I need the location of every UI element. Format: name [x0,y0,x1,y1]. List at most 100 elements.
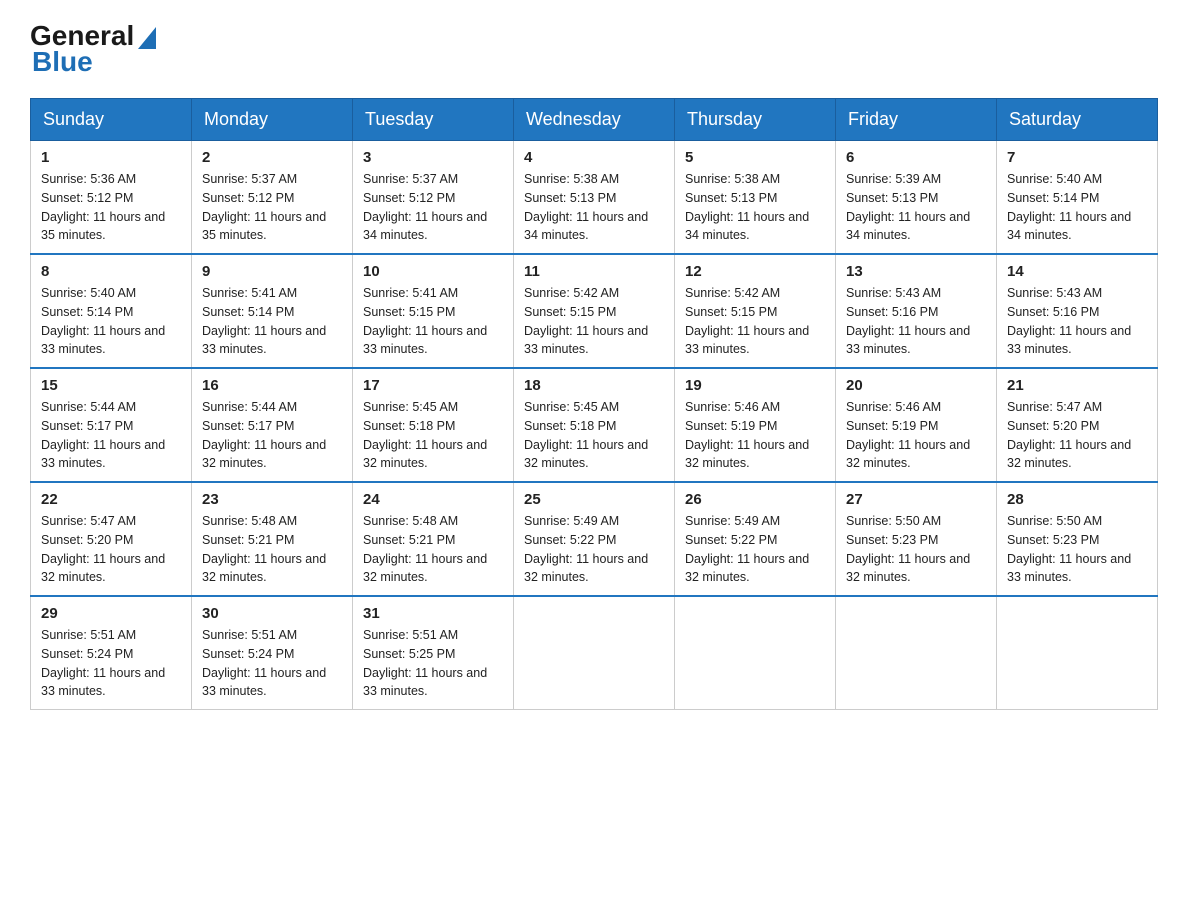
calendar-cell: 25 Sunrise: 5:49 AM Sunset: 5:22 PM Dayl… [514,482,675,596]
day-info: Sunrise: 5:42 AM Sunset: 5:15 PM Dayligh… [524,284,664,359]
day-info: Sunrise: 5:44 AM Sunset: 5:17 PM Dayligh… [41,398,181,473]
day-number: 14 [1007,263,1147,280]
day-info: Sunrise: 5:51 AM Sunset: 5:24 PM Dayligh… [41,626,181,701]
day-info: Sunrise: 5:37 AM Sunset: 5:12 PM Dayligh… [363,170,503,245]
calendar-cell: 4 Sunrise: 5:38 AM Sunset: 5:13 PM Dayli… [514,141,675,255]
day-number: 4 [524,149,664,166]
day-number: 6 [846,149,986,166]
calendar-cell: 1 Sunrise: 5:36 AM Sunset: 5:12 PM Dayli… [31,141,192,255]
day-info: Sunrise: 5:50 AM Sunset: 5:23 PM Dayligh… [846,512,986,587]
calendar-cell: 16 Sunrise: 5:44 AM Sunset: 5:17 PM Dayl… [192,368,353,482]
day-number: 22 [41,491,181,508]
day-info: Sunrise: 5:41 AM Sunset: 5:14 PM Dayligh… [202,284,342,359]
calendar-table: SundayMondayTuesdayWednesdayThursdayFrid… [30,98,1158,710]
day-number: 17 [363,377,503,394]
calendar-week-row: 29 Sunrise: 5:51 AM Sunset: 5:24 PM Dayl… [31,596,1158,710]
calendar-cell: 24 Sunrise: 5:48 AM Sunset: 5:21 PM Dayl… [353,482,514,596]
day-info: Sunrise: 5:46 AM Sunset: 5:19 PM Dayligh… [685,398,825,473]
day-number: 15 [41,377,181,394]
day-number: 25 [524,491,664,508]
calendar-cell [997,596,1158,710]
weekday-header-sunday: Sunday [31,99,192,141]
weekday-header-monday: Monday [192,99,353,141]
calendar-cell: 23 Sunrise: 5:48 AM Sunset: 5:21 PM Dayl… [192,482,353,596]
day-info: Sunrise: 5:43 AM Sunset: 5:16 PM Dayligh… [846,284,986,359]
day-info: Sunrise: 5:37 AM Sunset: 5:12 PM Dayligh… [202,170,342,245]
logo-line2: Blue [30,46,93,78]
weekday-header-tuesday: Tuesday [353,99,514,141]
logo-blue-text: Blue [32,46,93,78]
day-info: Sunrise: 5:38 AM Sunset: 5:13 PM Dayligh… [524,170,664,245]
day-number: 10 [363,263,503,280]
day-info: Sunrise: 5:45 AM Sunset: 5:18 PM Dayligh… [524,398,664,473]
logo: General Blue [30,20,156,78]
calendar-cell [514,596,675,710]
day-number: 24 [363,491,503,508]
day-info: Sunrise: 5:43 AM Sunset: 5:16 PM Dayligh… [1007,284,1147,359]
day-info: Sunrise: 5:40 AM Sunset: 5:14 PM Dayligh… [41,284,181,359]
calendar-cell: 29 Sunrise: 5:51 AM Sunset: 5:24 PM Dayl… [31,596,192,710]
calendar-cell: 20 Sunrise: 5:46 AM Sunset: 5:19 PM Dayl… [836,368,997,482]
day-number: 27 [846,491,986,508]
calendar-cell: 5 Sunrise: 5:38 AM Sunset: 5:13 PM Dayli… [675,141,836,255]
day-info: Sunrise: 5:49 AM Sunset: 5:22 PM Dayligh… [685,512,825,587]
calendar-week-row: 1 Sunrise: 5:36 AM Sunset: 5:12 PM Dayli… [31,141,1158,255]
day-info: Sunrise: 5:48 AM Sunset: 5:21 PM Dayligh… [363,512,503,587]
calendar-cell: 2 Sunrise: 5:37 AM Sunset: 5:12 PM Dayli… [192,141,353,255]
calendar-cell: 14 Sunrise: 5:43 AM Sunset: 5:16 PM Dayl… [997,254,1158,368]
logo-triangle-icon [138,27,156,49]
calendar-cell: 7 Sunrise: 5:40 AM Sunset: 5:14 PM Dayli… [997,141,1158,255]
calendar-cell: 17 Sunrise: 5:45 AM Sunset: 5:18 PM Dayl… [353,368,514,482]
day-info: Sunrise: 5:49 AM Sunset: 5:22 PM Dayligh… [524,512,664,587]
calendar-cell: 28 Sunrise: 5:50 AM Sunset: 5:23 PM Dayl… [997,482,1158,596]
day-info: Sunrise: 5:47 AM Sunset: 5:20 PM Dayligh… [41,512,181,587]
calendar-cell: 11 Sunrise: 5:42 AM Sunset: 5:15 PM Dayl… [514,254,675,368]
day-info: Sunrise: 5:50 AM Sunset: 5:23 PM Dayligh… [1007,512,1147,587]
calendar-cell: 3 Sunrise: 5:37 AM Sunset: 5:12 PM Dayli… [353,141,514,255]
calendar-cell [675,596,836,710]
day-number: 29 [41,605,181,622]
day-number: 13 [846,263,986,280]
day-info: Sunrise: 5:48 AM Sunset: 5:21 PM Dayligh… [202,512,342,587]
calendar-week-row: 22 Sunrise: 5:47 AM Sunset: 5:20 PM Dayl… [31,482,1158,596]
calendar-cell: 6 Sunrise: 5:39 AM Sunset: 5:13 PM Dayli… [836,141,997,255]
weekday-header-thursday: Thursday [675,99,836,141]
day-info: Sunrise: 5:39 AM Sunset: 5:13 PM Dayligh… [846,170,986,245]
calendar-cell: 18 Sunrise: 5:45 AM Sunset: 5:18 PM Dayl… [514,368,675,482]
calendar-cell: 22 Sunrise: 5:47 AM Sunset: 5:20 PM Dayl… [31,482,192,596]
weekday-header-saturday: Saturday [997,99,1158,141]
day-number: 26 [685,491,825,508]
day-info: Sunrise: 5:46 AM Sunset: 5:19 PM Dayligh… [846,398,986,473]
day-info: Sunrise: 5:51 AM Sunset: 5:25 PM Dayligh… [363,626,503,701]
calendar-cell: 21 Sunrise: 5:47 AM Sunset: 5:20 PM Dayl… [997,368,1158,482]
day-number: 9 [202,263,342,280]
day-number: 19 [685,377,825,394]
calendar-cell: 26 Sunrise: 5:49 AM Sunset: 5:22 PM Dayl… [675,482,836,596]
day-info: Sunrise: 5:38 AM Sunset: 5:13 PM Dayligh… [685,170,825,245]
calendar-cell: 19 Sunrise: 5:46 AM Sunset: 5:19 PM Dayl… [675,368,836,482]
calendar-cell: 31 Sunrise: 5:51 AM Sunset: 5:25 PM Dayl… [353,596,514,710]
day-number: 23 [202,491,342,508]
day-number: 21 [1007,377,1147,394]
calendar-week-row: 15 Sunrise: 5:44 AM Sunset: 5:17 PM Dayl… [31,368,1158,482]
day-number: 12 [685,263,825,280]
day-info: Sunrise: 5:40 AM Sunset: 5:14 PM Dayligh… [1007,170,1147,245]
weekday-header-wednesday: Wednesday [514,99,675,141]
day-number: 11 [524,263,664,280]
day-info: Sunrise: 5:42 AM Sunset: 5:15 PM Dayligh… [685,284,825,359]
page-header: General Blue [30,20,1158,78]
calendar-cell: 13 Sunrise: 5:43 AM Sunset: 5:16 PM Dayl… [836,254,997,368]
calendar-cell: 10 Sunrise: 5:41 AM Sunset: 5:15 PM Dayl… [353,254,514,368]
calendar-cell [836,596,997,710]
day-number: 2 [202,149,342,166]
day-info: Sunrise: 5:45 AM Sunset: 5:18 PM Dayligh… [363,398,503,473]
calendar-cell: 8 Sunrise: 5:40 AM Sunset: 5:14 PM Dayli… [31,254,192,368]
calendar-cell: 12 Sunrise: 5:42 AM Sunset: 5:15 PM Dayl… [675,254,836,368]
day-number: 28 [1007,491,1147,508]
day-number: 7 [1007,149,1147,166]
calendar-week-row: 8 Sunrise: 5:40 AM Sunset: 5:14 PM Dayli… [31,254,1158,368]
day-number: 3 [363,149,503,166]
day-number: 30 [202,605,342,622]
day-number: 5 [685,149,825,166]
day-info: Sunrise: 5:41 AM Sunset: 5:15 PM Dayligh… [363,284,503,359]
